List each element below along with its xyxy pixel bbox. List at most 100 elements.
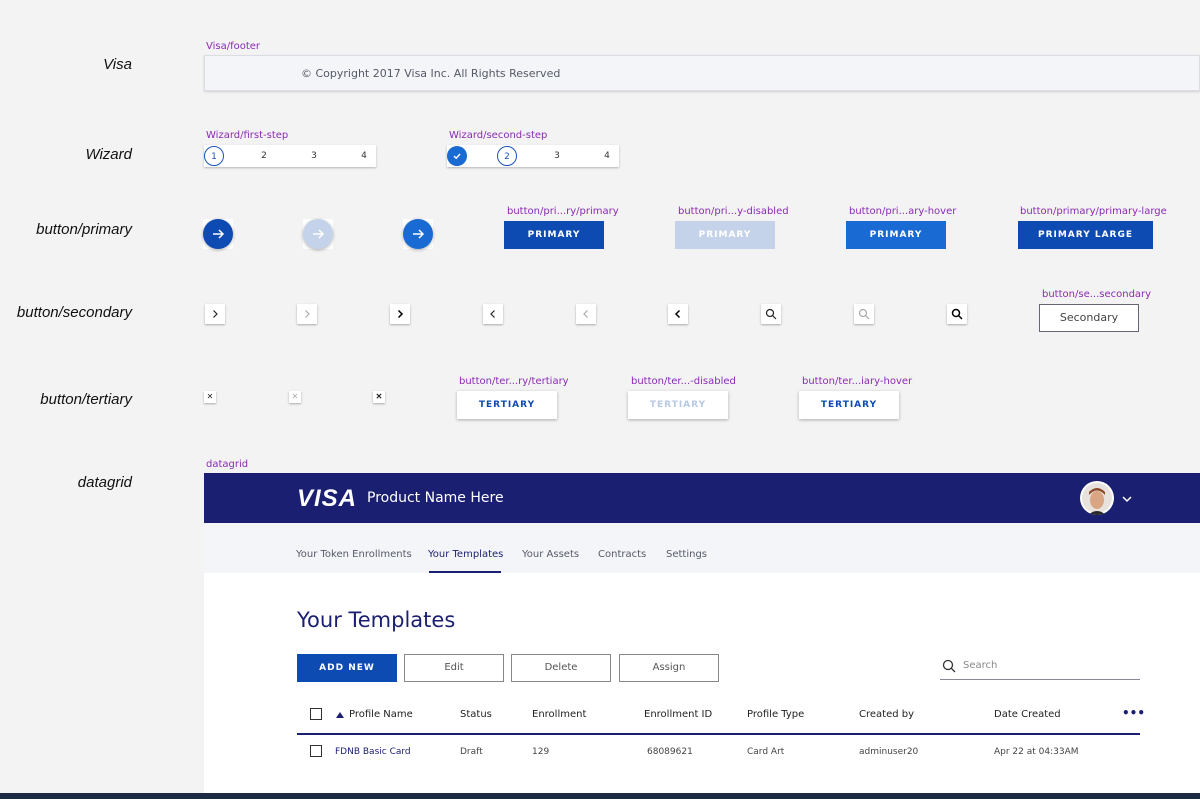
column-header-profile-name[interactable]: Profile Name xyxy=(349,709,413,720)
search-input[interactable]: Search xyxy=(963,660,997,671)
previous-button-disabled[interactable] xyxy=(576,304,596,324)
previous-button-hover[interactable] xyxy=(668,304,688,324)
chevron-right-icon xyxy=(305,310,310,318)
table-header-divider xyxy=(297,733,1140,735)
component-name-wizard-first: Wizard/first-step xyxy=(206,130,289,141)
close-icon: ✕ xyxy=(206,392,214,401)
cell-status: Draft xyxy=(460,747,483,757)
cell-created-by: adminuser20 xyxy=(859,747,919,757)
cell-enrollment: 129 xyxy=(532,747,550,757)
wizard-step-2[interactable]: 2 xyxy=(254,146,274,166)
wizard-step-4[interactable]: 4 xyxy=(597,146,617,166)
next-button-disabled[interactable] xyxy=(297,304,317,324)
chevron-right-icon xyxy=(397,309,404,319)
avatar[interactable] xyxy=(1080,481,1114,515)
close-button[interactable]: ✕ xyxy=(204,391,216,403)
component-name-primary: button/pri...ry/primary xyxy=(507,206,619,217)
row-label-wizard: Wizard xyxy=(85,146,132,163)
column-header-date-created[interactable]: Date Created xyxy=(994,709,1061,720)
circle-button-primary[interactable] xyxy=(203,219,233,249)
nav-tabs: Your Token Enrollments Your Templates Yo… xyxy=(204,523,1200,573)
component-name-tertiary-hover: button/ter...iary-hover xyxy=(802,376,913,387)
wizard-step-complete[interactable] xyxy=(447,146,467,166)
component-name-secondary: button/se...secondary xyxy=(1042,289,1152,300)
wizard-step-3[interactable]: 3 xyxy=(547,146,567,166)
select-all-checkbox[interactable] xyxy=(310,708,322,720)
sort-ascending-icon[interactable] xyxy=(336,711,344,719)
search-icon xyxy=(858,308,870,320)
row-checkbox[interactable] xyxy=(310,745,322,757)
component-name-tertiary: button/ter...ry/tertiary xyxy=(459,376,569,387)
assign-button[interactable]: Assign xyxy=(619,654,719,682)
search-icon xyxy=(951,308,963,320)
search-field[interactable]: Search xyxy=(940,654,1140,680)
component-name-tertiary-disabled: button/ter...-disabled xyxy=(631,376,736,387)
component-name-primary-disabled: button/pri...y-disabled xyxy=(678,206,789,217)
wizard-step-1[interactable]: 1 xyxy=(204,146,224,166)
column-header-status[interactable]: Status xyxy=(460,709,492,720)
close-icon: ✕ xyxy=(375,392,383,401)
visa-footer: © Copyright 2017 Visa Inc. All Rights Re… xyxy=(204,55,1200,91)
cell-date-created: Apr 22 at 04:33AM xyxy=(994,747,1079,757)
more-options-icon[interactable]: ••• xyxy=(1122,706,1145,720)
chevron-left-icon xyxy=(490,310,495,318)
search-button[interactable] xyxy=(761,304,781,324)
datagrid: VISA Product Name Here Your Token Enroll… xyxy=(204,473,1200,799)
add-new-button[interactable]: ADD NEW xyxy=(297,654,397,682)
cell-profile-type: Card Art xyxy=(747,747,785,757)
search-button-hover[interactable] xyxy=(947,304,967,324)
component-name-wizard-second: Wizard/second-step xyxy=(449,130,548,141)
visa-logo[interactable]: VISA xyxy=(297,485,357,513)
chevron-left-icon xyxy=(674,309,681,319)
row-label-button-secondary: button/secondary xyxy=(16,304,132,321)
close-button-hover[interactable]: ✕ xyxy=(373,391,385,403)
cell-enrollment-id: 68089621 xyxy=(647,747,693,757)
circle-button-disabled[interactable] xyxy=(303,219,333,249)
next-button-hover[interactable] xyxy=(390,304,410,324)
search-button-disabled[interactable] xyxy=(854,304,874,324)
search-icon xyxy=(765,308,777,320)
cell-profile-name[interactable]: FDNB Basic Card xyxy=(335,747,411,757)
wizard-step-3[interactable]: 3 xyxy=(304,146,324,166)
circle-button-hover[interactable] xyxy=(403,219,433,249)
delete-button[interactable]: Delete xyxy=(511,654,611,682)
component-name-footer: Visa/footer xyxy=(206,41,261,52)
column-header-enrollment[interactable]: Enrollment xyxy=(532,709,586,720)
row-label-button-tertiary: button/tertiary xyxy=(40,391,132,408)
tab-settings[interactable]: Settings xyxy=(666,549,707,560)
column-header-created-by[interactable]: Created by xyxy=(859,709,914,720)
chevron-left-icon xyxy=(583,310,588,318)
tab-token-enrollments[interactable]: Your Token Enrollments xyxy=(296,549,412,560)
tab-contracts[interactable]: Contracts xyxy=(598,549,646,560)
column-header-profile-type[interactable]: Profile Type xyxy=(747,709,804,720)
primary-button-hover[interactable]: PRIMARY xyxy=(846,221,946,249)
next-button[interactable] xyxy=(205,304,225,324)
app-header: VISA Product Name Here xyxy=(204,473,1200,523)
tab-your-assets[interactable]: Your Assets xyxy=(522,549,579,560)
column-header-enrollment-id[interactable]: Enrollment ID xyxy=(644,709,712,720)
close-icon: ✕ xyxy=(291,392,299,401)
primary-button[interactable]: PRIMARY xyxy=(504,221,604,249)
bottom-bar xyxy=(0,793,1200,799)
component-name-datagrid: datagrid xyxy=(206,459,249,470)
primary-large-button[interactable]: PRIMARY LARGE xyxy=(1018,221,1153,249)
wizard-step-2[interactable]: 2 xyxy=(497,146,517,166)
primary-button-disabled[interactable]: PRIMARY xyxy=(675,221,775,249)
close-button-disabled[interactable]: ✕ xyxy=(289,391,301,403)
row-label-visa: Visa xyxy=(103,56,132,73)
arrow-right-icon xyxy=(413,229,425,239)
edit-button[interactable]: Edit xyxy=(404,654,504,682)
tertiary-button-disabled[interactable]: TERTIARY xyxy=(628,391,728,419)
chevron-down-icon[interactable] xyxy=(1121,493,1133,505)
previous-button[interactable] xyxy=(483,304,503,324)
wizard-step-4[interactable]: 4 xyxy=(354,146,374,166)
component-name-primary-large: button/primary/primary-large xyxy=(1020,206,1167,217)
secondary-button[interactable]: Secondary xyxy=(1039,304,1139,332)
tab-your-templates[interactable]: Your Templates xyxy=(428,549,503,560)
wizard-second-step: 2 3 4 xyxy=(447,145,619,167)
user-photo-icon xyxy=(1082,483,1112,515)
footer-copyright: © Copyright 2017 Visa Inc. All Rights Re… xyxy=(301,67,561,80)
tertiary-button-hover[interactable]: TERTIARY xyxy=(799,391,899,419)
chevron-right-icon xyxy=(213,310,218,318)
tertiary-button[interactable]: TERTIARY xyxy=(457,391,557,419)
